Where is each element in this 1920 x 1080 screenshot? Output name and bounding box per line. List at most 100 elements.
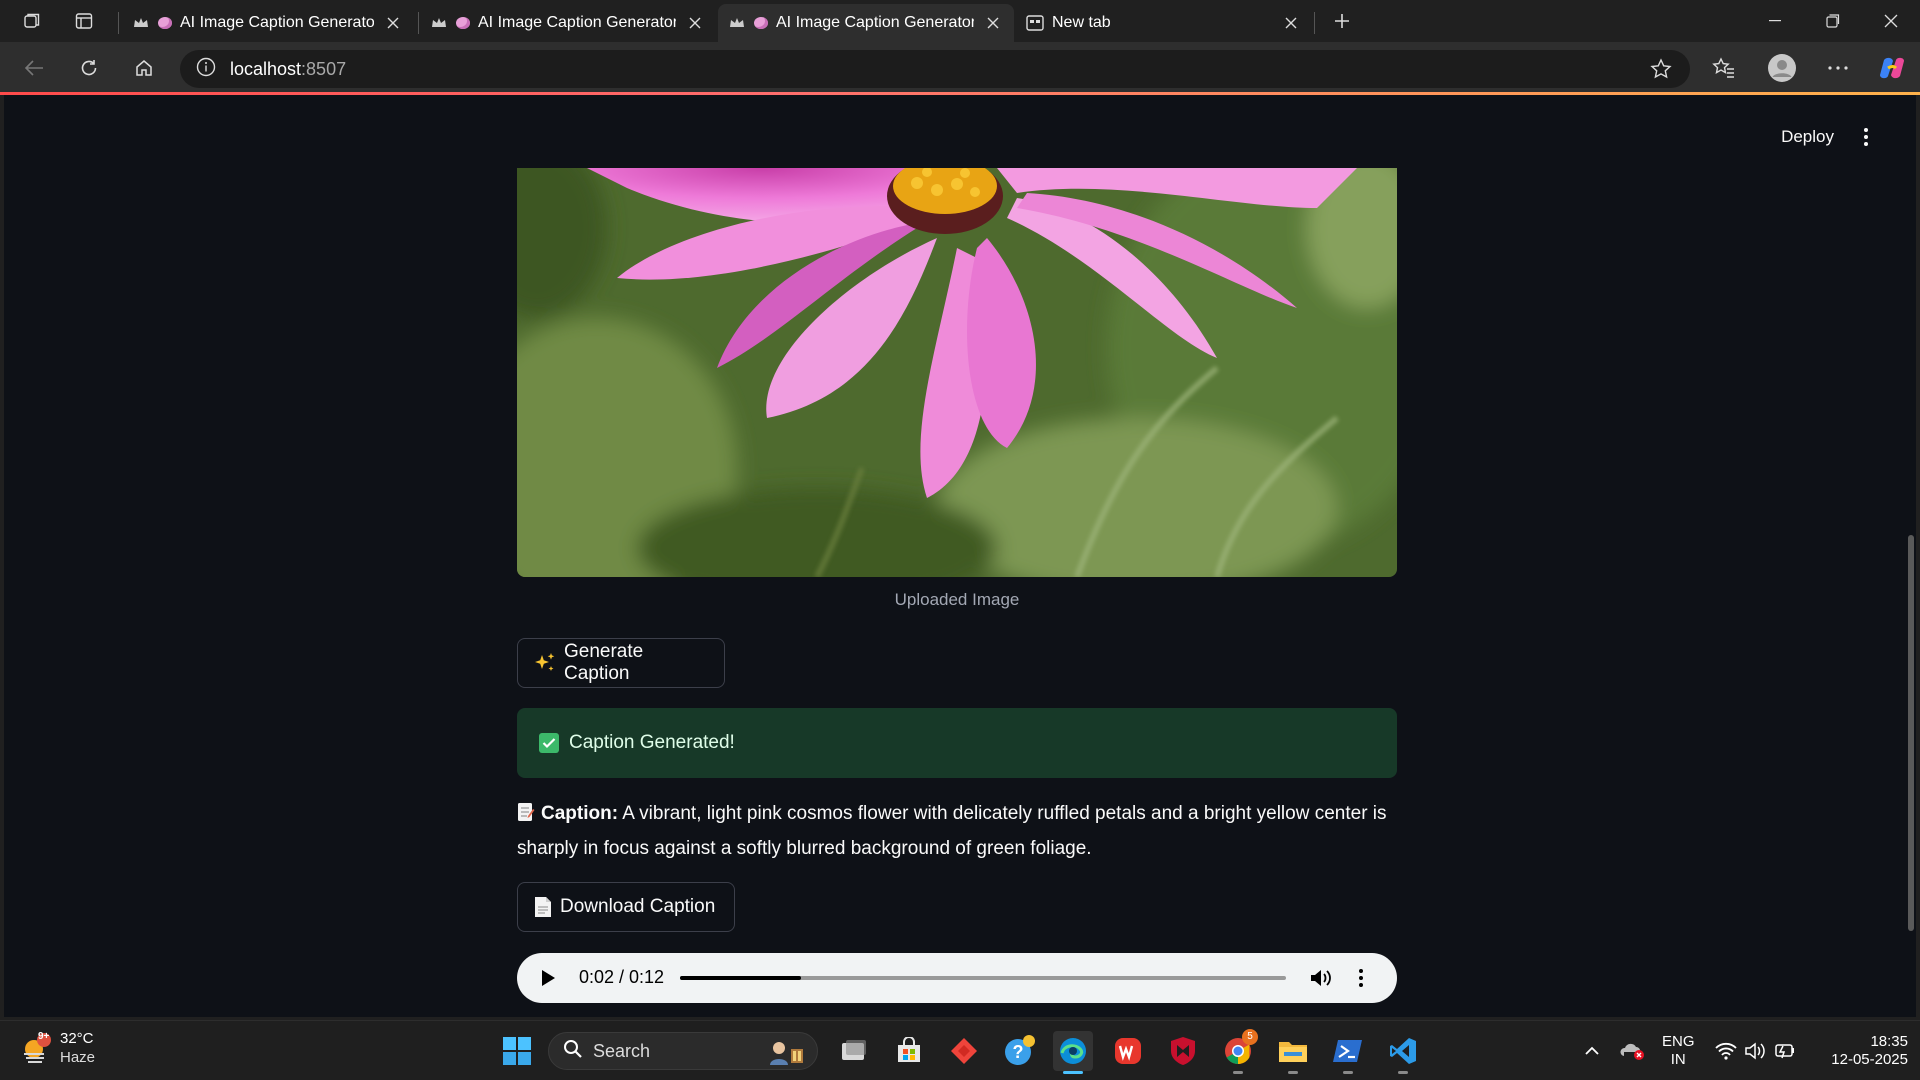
- battery-charging-icon[interactable]: [1766, 1031, 1806, 1071]
- copilot-icon[interactable]: [1872, 50, 1912, 86]
- new-tab-plus-icon[interactable]: [1326, 6, 1358, 36]
- close-tab-icon[interactable]: [382, 12, 404, 34]
- refresh-icon[interactable]: [69, 50, 109, 86]
- document-icon: [534, 896, 552, 918]
- restore-icon[interactable]: [1804, 0, 1862, 42]
- minimize-icon[interactable]: [1746, 0, 1804, 42]
- edge-browser-icon[interactable]: [1053, 1031, 1093, 1074]
- url-host: localhost: [230, 58, 302, 79]
- generate-caption-label: Generate Caption: [564, 641, 644, 684]
- tab-caption-generator-2[interactable]: AI Image Caption Generator: [420, 4, 716, 42]
- workspaces-icon[interactable]: [16, 6, 48, 36]
- brain-icon: [754, 17, 768, 29]
- running-indicator: [1343, 1071, 1353, 1074]
- tab-title: New tab: [1052, 14, 1111, 31]
- language-code: ENG: [1662, 1033, 1695, 1050]
- language-indicator[interactable]: ENG IN: [1662, 1033, 1695, 1069]
- onedrive-error-icon[interactable]: [1612, 1031, 1652, 1071]
- image-caption-label: Uploaded Image: [894, 590, 1020, 609]
- favorites-icon[interactable]: [1704, 50, 1744, 86]
- home-icon[interactable]: [124, 50, 164, 86]
- new-tab-page-icon: [1026, 14, 1044, 32]
- deploy-button[interactable]: Deploy: [1781, 127, 1834, 147]
- close-tab-icon[interactable]: [684, 12, 706, 34]
- favorite-star-icon[interactable]: [1650, 58, 1672, 85]
- show-hidden-icons-chevron[interactable]: [1572, 1031, 1612, 1071]
- check-box-icon: [539, 733, 559, 753]
- address-bar[interactable]: localhost:8507: [180, 50, 1690, 88]
- volume-icon[interactable]: [1309, 967, 1333, 994]
- streamlit-crown-icon: [132, 14, 150, 32]
- microsoft-store-icon[interactable]: [889, 1031, 929, 1071]
- windows-start-icon[interactable]: [497, 1031, 537, 1071]
- play-icon[interactable]: [539, 968, 557, 993]
- brain-icon: [158, 17, 172, 29]
- streamlit-crown-icon: [728, 14, 746, 32]
- search-label: Search: [593, 1040, 651, 1061]
- uploaded-flower-image: [517, 168, 1397, 577]
- svg-text:?: ?: [1013, 1042, 1024, 1062]
- vscode-icon[interactable]: [1383, 1031, 1423, 1074]
- tab-caption-generator-1[interactable]: AI Image Caption Generator: [122, 4, 414, 42]
- caption-body: A vibrant, light pink cosmos flower with…: [517, 803, 1387, 859]
- chrome-badge: 5: [1242, 1029, 1258, 1045]
- running-indicator: [1288, 1071, 1298, 1074]
- search-icon: [563, 1039, 583, 1064]
- browser-toolbar: localhost:8507: [0, 42, 1920, 94]
- audio-seek-bar[interactable]: [680, 976, 1286, 980]
- get-help-icon[interactable]: ?: [999, 1031, 1039, 1071]
- audio-time: 0:02 / 0:12: [579, 967, 665, 987]
- tab-caption-generator-3[interactable]: AI Image Caption Generator: [718, 4, 1014, 42]
- audio-options-icon[interactable]: [1357, 967, 1365, 989]
- brain-icon: [456, 17, 470, 29]
- streamlit-crown-icon: [430, 14, 448, 32]
- site-info-icon[interactable]: [196, 57, 216, 82]
- download-caption-label: Download Caption: [560, 896, 716, 917]
- weather-condition: Haze: [60, 1049, 96, 1066]
- task-view-icon[interactable]: [834, 1031, 874, 1071]
- main-menu-icon[interactable]: [1856, 125, 1876, 149]
- tab-title: AI Image Caption Generator: [478, 14, 676, 31]
- tab-title: AI Image Caption Generator: [776, 14, 974, 31]
- download-caption-button[interactable]: Download Caption: [517, 882, 735, 932]
- close-window-icon[interactable]: [1862, 0, 1920, 42]
- running-indicator: [1233, 1071, 1243, 1074]
- close-tab-icon[interactable]: [982, 12, 1004, 34]
- audio-player: 0:02 / 0:12: [517, 953, 1397, 1003]
- weather-widget[interactable]: 9+ 32°C Haze: [20, 1029, 95, 1067]
- caption-label: Caption:: [541, 803, 619, 824]
- taskbar-search[interactable]: Search: [548, 1032, 818, 1070]
- file-explorer-icon[interactable]: [1273, 1031, 1313, 1074]
- powershell-icon[interactable]: [1328, 1031, 1368, 1074]
- page-scrollbar[interactable]: [1908, 535, 1914, 931]
- generated-caption: Caption: A vibrant, light pink cosmos fl…: [517, 798, 1397, 865]
- windows-taskbar: 9+ 32°C Haze Search ? 5 ENG IN 18:35 12-…: [0, 1020, 1920, 1080]
- weather-badge: 9+: [38, 1031, 50, 1042]
- browser-tab-strip: AI Image Caption Generator AI Image Capt…: [0, 0, 1920, 42]
- wps-office-icon[interactable]: [1108, 1031, 1148, 1071]
- vertical-tabs-icon[interactable]: [68, 6, 100, 36]
- chrome-icon[interactable]: 5: [1218, 1029, 1258, 1074]
- clock-time: 18:35: [1870, 1033, 1908, 1050]
- success-message: Caption Generated!: [569, 732, 735, 753]
- sparkles-icon: [534, 652, 556, 674]
- profile-avatar[interactable]: [1762, 50, 1802, 86]
- more-options-icon[interactable]: [1818, 50, 1858, 86]
- region-code: IN: [1670, 1051, 1686, 1068]
- anydesk-icon[interactable]: [944, 1031, 984, 1071]
- mcafee-icon[interactable]: [1163, 1031, 1203, 1071]
- tab-title: AI Image Caption Generator: [180, 14, 374, 31]
- haze-weather-icon: 9+: [20, 1031, 52, 1064]
- success-alert: Caption Generated!: [517, 708, 1397, 778]
- search-highlight-icon: [767, 1039, 807, 1070]
- back-arrow-icon[interactable]: [14, 50, 54, 86]
- generate-caption-button[interactable]: Generate Caption: [517, 638, 725, 688]
- system-clock[interactable]: 18:35 12-05-2025: [1812, 1033, 1908, 1069]
- clock-date: 12-05-2025: [1831, 1051, 1908, 1068]
- tab-new-tab[interactable]: New tab: [1016, 4, 1312, 42]
- close-tab-icon[interactable]: [1280, 12, 1302, 34]
- audio-progress-fill: [680, 976, 802, 980]
- memo-icon: [517, 801, 535, 833]
- url-port: :8507: [301, 58, 347, 79]
- active-app-indicator: [1063, 1071, 1083, 1074]
